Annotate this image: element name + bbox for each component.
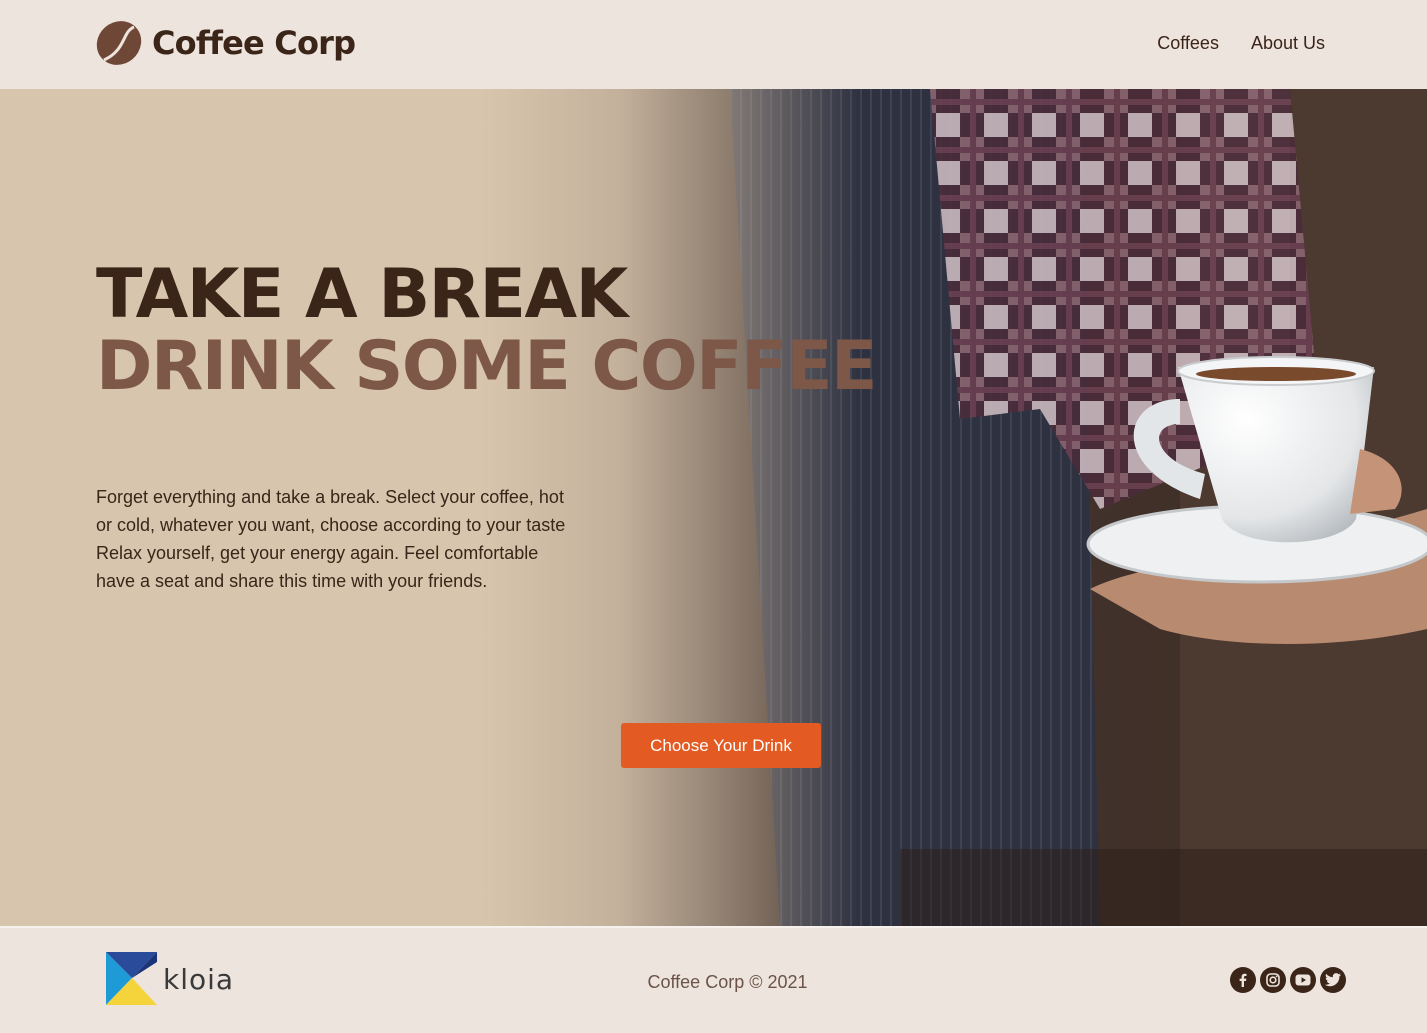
main-nav: Coffees About Us (1157, 33, 1325, 54)
coffee-bean-logo-icon (96, 21, 142, 65)
hero-description: Forget everything and take a break. Sele… (96, 483, 606, 595)
instagram-icon[interactable] (1260, 967, 1286, 993)
twitter-icon[interactable] (1320, 967, 1346, 993)
hero-section: TAKE A BREAK DRINK SOME COFFEE Forget ev… (0, 89, 1427, 926)
brand-home-link[interactable]: Coffee Corp (96, 19, 356, 67)
site-footer: kloia Coffee Corp © 2021 (0, 928, 1427, 1033)
brand-name: Coffee Corp (152, 24, 356, 62)
copyright-text: Coffee Corp © 2021 (647, 972, 808, 992)
hero-description-line: have a seat and share this time with you… (96, 571, 488, 591)
headline-line-1: TAKE A BREAK (96, 255, 628, 334)
choose-your-drink-button[interactable]: Choose Your Drink (621, 723, 821, 768)
youtube-icon[interactable] (1290, 967, 1316, 993)
hero-description-line: or cold, whatever you want, choose accor… (96, 515, 566, 535)
facebook-icon[interactable] (1230, 967, 1256, 993)
hero-description-line: Relax yourself, get your energy again. F… (96, 543, 539, 563)
hero-headline: TAKE A BREAK DRINK SOME COFFEE (96, 255, 877, 406)
headline-line-2: DRINK SOME COFFEE (96, 327, 877, 406)
nav-coffees-link[interactable]: Coffees (1157, 33, 1219, 54)
site-header: Coffee Corp Coffees About Us (0, 0, 1427, 89)
social-links (1230, 967, 1346, 993)
nav-about-link[interactable]: About Us (1251, 33, 1325, 54)
hero-description-line: Forget everything and take a break. Sele… (96, 487, 564, 507)
